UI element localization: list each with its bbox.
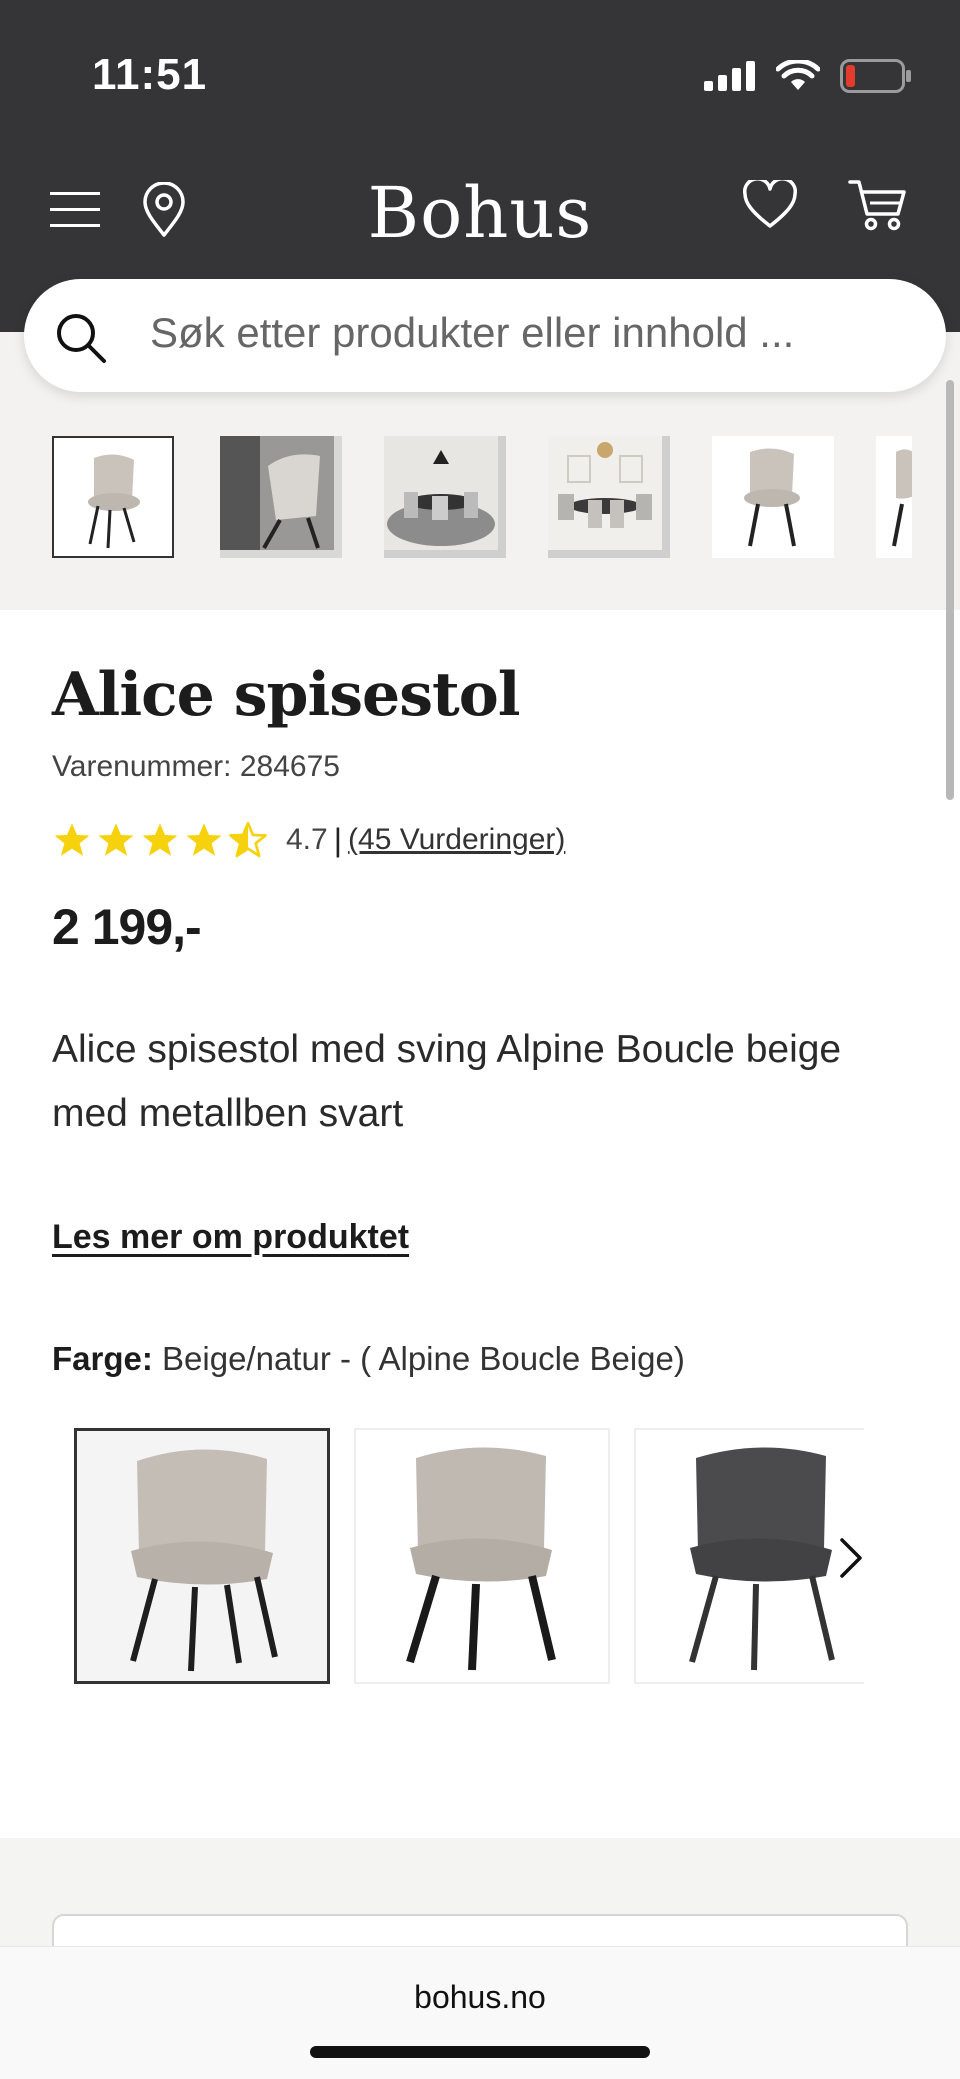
variant-beige-black[interactable]	[354, 1428, 610, 1684]
dining-room-image	[384, 436, 498, 550]
chair-image	[892, 449, 912, 547]
star-icon	[98, 823, 134, 856]
beige-chair-black-legs-image	[406, 1447, 556, 1671]
search-icon	[57, 314, 106, 363]
rating-score: 4.7	[286, 823, 328, 856]
page-scrollbar[interactable]	[946, 380, 954, 800]
signal-icon	[704, 61, 755, 91]
status-time: 11:51	[92, 50, 208, 99]
star-icon	[186, 823, 222, 856]
chair-closeup-image	[220, 436, 334, 550]
read-more-link[interactable]: Les mer om produktet	[52, 1218, 409, 1257]
thumbnail-3[interactable]	[384, 436, 506, 558]
product-description: Alice spisestol med sving Alpine Boucle …	[52, 1028, 842, 1135]
dining-room-image	[548, 436, 662, 550]
half-star-icon	[229, 822, 267, 858]
chair-image	[744, 448, 800, 547]
thumbnail-5[interactable]	[712, 436, 834, 558]
cart-icon[interactable]	[848, 178, 908, 232]
product-title: Alice spisestol	[52, 660, 521, 730]
wifi-icon	[776, 60, 820, 90]
star-icon	[54, 823, 90, 856]
dark-grey-chair-image	[689, 1447, 835, 1671]
chair-image	[88, 454, 140, 549]
reviews-link[interactable]: (45 Vurderinger)	[348, 823, 565, 857]
search-bar[interactable]: Søk etter produkter eller innhold ...	[24, 279, 946, 392]
color-label: Farge:	[52, 1340, 153, 1377]
main-nav: Bohus	[0, 160, 960, 260]
battery-icon	[840, 59, 911, 93]
status-bar: 11:51	[0, 0, 960, 150]
thumbnail-6[interactable]	[876, 436, 912, 558]
product-sku: Varenummer: 284675	[52, 750, 340, 783]
color-value: Beige/natur - ( Alpine Boucle Beige)	[162, 1340, 685, 1377]
thumbnail-1[interactable]	[52, 436, 174, 558]
variant-beige[interactable]	[74, 1428, 330, 1684]
browser-url[interactable]: bohus.no	[0, 1979, 960, 2016]
rating-stars	[52, 820, 268, 860]
thumbnail-2[interactable]	[220, 436, 342, 558]
color-variants	[74, 1428, 864, 1684]
browser-bottom-bar: bohus.no	[0, 1946, 960, 2079]
star-icon	[142, 823, 178, 856]
status-icons	[704, 56, 912, 96]
rating-separator: |	[333, 821, 343, 858]
product-price: 2 199,-	[52, 899, 202, 955]
beige-chair-image	[130, 1449, 278, 1672]
color-selection: Farge: Beige/natur - ( Alpine Boucle Bei…	[52, 1340, 685, 1378]
home-indicator[interactable]	[310, 2046, 650, 2058]
image-thumbnails	[52, 436, 912, 560]
thumbnail-4[interactable]	[548, 436, 670, 558]
variant-dark-grey[interactable]	[634, 1428, 864, 1684]
heart-icon[interactable]	[742, 180, 798, 230]
chevron-right-icon[interactable]	[836, 1536, 866, 1580]
product-rating: 4.7 | (45 Vurderinger)	[52, 818, 565, 862]
search-input[interactable]: Søk etter produkter eller innhold ...	[150, 309, 794, 357]
